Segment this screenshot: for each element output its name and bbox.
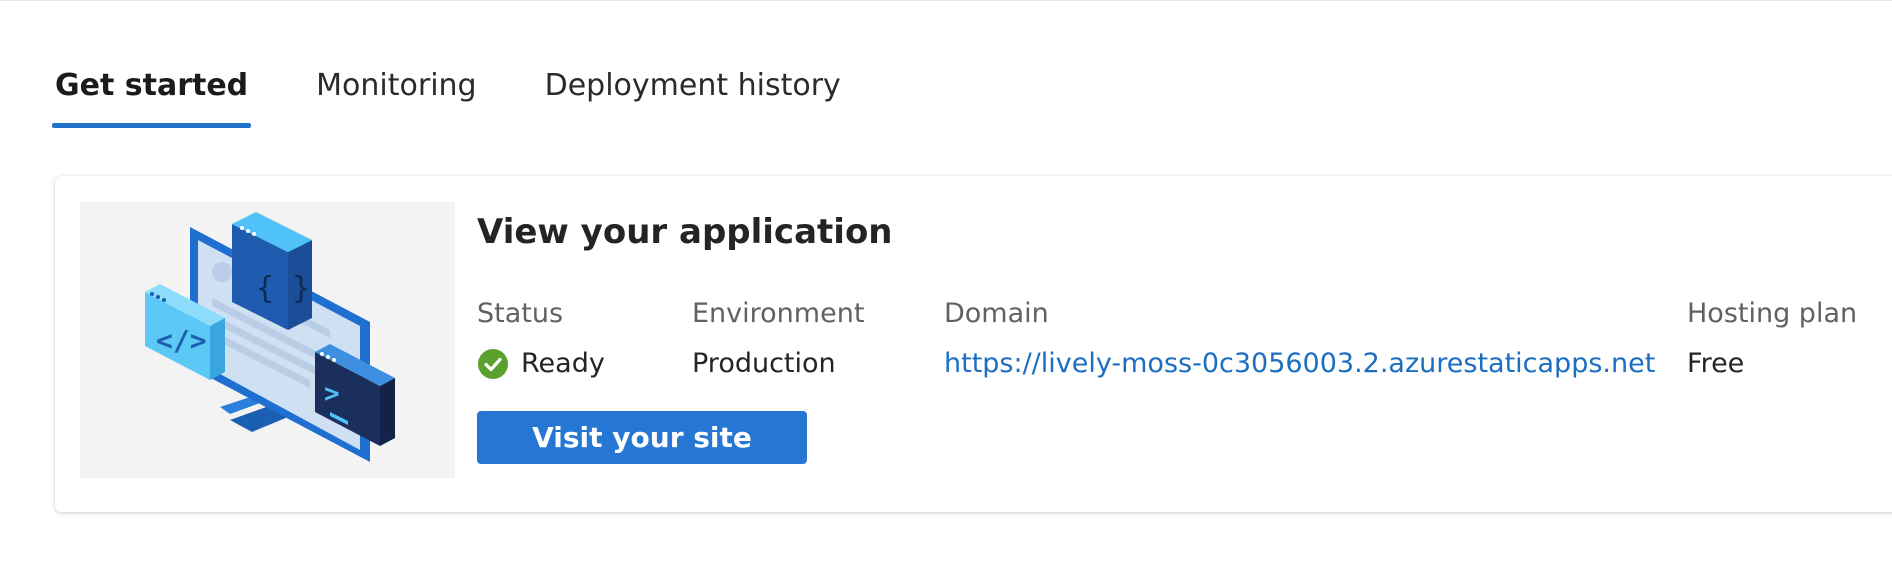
check-circle-icon [478, 349, 508, 379]
illustration-graphic: { } </> > [145, 212, 395, 462]
hosting-plan-label: Hosting plan [1687, 298, 1858, 329]
hosting-plan-value: Free [1687, 348, 1745, 379]
top-divider [0, 0, 1892, 1]
tab-deployment-history[interactable]: Deployment history [545, 62, 841, 128]
domain-link[interactable]: https://lively-moss-0c3056003.2.azuresta… [944, 344, 1655, 384]
domain-label: Domain [944, 298, 1049, 329]
svg-text:>: > [324, 379, 340, 409]
tab-get-started[interactable]: Get started [51, 62, 252, 128]
tab-bar: Get started Monitoring Deployment histor… [51, 62, 909, 128]
visit-site-button[interactable]: Visit your site [477, 411, 807, 464]
domain-value-row: https://lively-moss-0c3056003.2.azuresta… [944, 344, 1655, 384]
card-title: View your application [477, 212, 893, 252]
hosting-plan-field: Hosting plan Free [1687, 294, 1857, 384]
environment-field: Environment Production [692, 294, 864, 384]
status-label: Status [477, 298, 564, 329]
static-web-app-illustration: { } </> > [80, 202, 455, 478]
status-value: Ready [477, 344, 605, 384]
tab-monitoring[interactable]: Monitoring [316, 62, 476, 128]
svg-text:</>: </> [156, 324, 207, 357]
domain-field: Domain https://lively-moss-0c3056003.2.a… [944, 294, 1655, 384]
status-text: Ready [521, 348, 605, 379]
status-field: Status Ready [477, 294, 605, 384]
view-application-card: { } </> > View your application Status R… [55, 176, 1892, 512]
environment-value: Production [692, 348, 836, 379]
svg-text:{ }: { } [256, 271, 310, 306]
environment-label: Environment [692, 298, 865, 329]
